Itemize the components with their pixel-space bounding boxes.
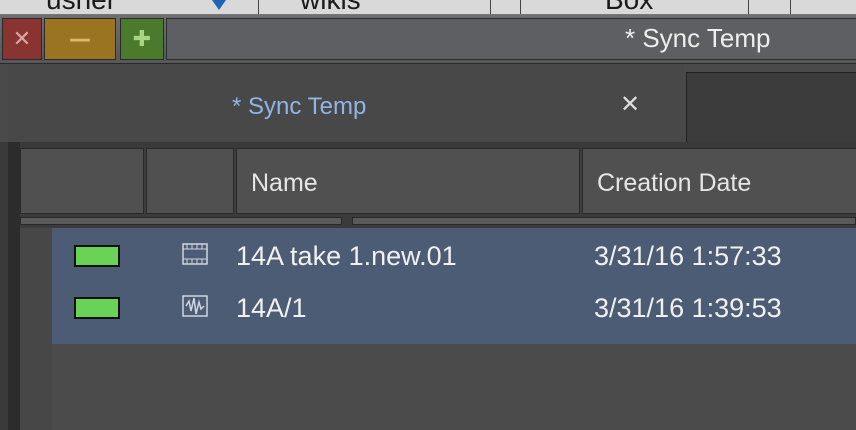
color-label-swatch [74,297,120,319]
column-header-label: Creation Date [597,169,752,197]
background-tab-usher[interactable]: usher [46,0,116,14]
divider [748,0,749,14]
column-resize-handle[interactable] [20,217,342,225]
column-header-creation-date[interactable]: Creation Date [582,148,856,214]
clip-creation-date: 3/31/16 1:57:33 [594,241,782,271]
background-tab-strip: usher wikis Box [0,0,856,15]
list-item[interactable]: 14A/1 3/31/16 1:39:53 [52,283,856,344]
column-header-icon[interactable] [146,148,234,214]
window-left-edge [8,142,20,430]
clip-name: 14A/1 [236,293,307,323]
background-tab-box[interactable]: Box [605,0,653,14]
minimize-window-button[interactable]: — [44,18,116,60]
tab-sync-temp[interactable]: * Sync Temp ✕ [8,64,684,142]
close-window-button[interactable]: ✕ [2,18,42,60]
maximize-window-button[interactable]: ✚ [120,18,164,60]
list-gutter [20,228,52,430]
tab-label: * Sync Temp [232,93,367,120]
close-tab-icon[interactable]: ✕ [620,90,640,118]
window-title-bar[interactable]: ✕ — ✚ * Sync Temp [0,15,856,64]
column-header-label: Name [251,169,318,197]
divider [490,0,491,14]
column-header-row: Name Creation Date [20,148,856,214]
column-header-color[interactable] [20,148,144,214]
bin-tab-bar: * Sync Temp ✕ [0,64,856,142]
clip-list: 14A take 1.new.01 3/31/16 1:57:33 14A/1 … [20,228,856,430]
column-header-name[interactable]: Name [236,148,580,214]
window-title: * Sync Temp [625,23,771,53]
tab-marker-icon [212,0,226,10]
list-item[interactable]: 14A take 1.new.01 3/31/16 1:57:33 [52,228,856,283]
clip-creation-date: 3/31/16 1:39:53 [594,293,782,323]
audio-clip-icon [182,295,208,317]
column-resize-handle[interactable] [352,217,856,225]
maximize-icon: ✚ [132,26,152,52]
divider [258,0,259,14]
sequence-icon [182,243,208,265]
divider [520,0,521,14]
close-icon: ✕ [12,26,32,52]
color-label-swatch [74,245,120,267]
column-resize-strip [20,214,856,228]
divider [790,0,791,14]
clip-name: 14A take 1.new.01 [236,241,457,271]
tab-empty[interactable] [686,72,856,142]
minimize-icon: — [69,26,91,52]
background-tab-wikis[interactable]: wikis [300,0,361,14]
